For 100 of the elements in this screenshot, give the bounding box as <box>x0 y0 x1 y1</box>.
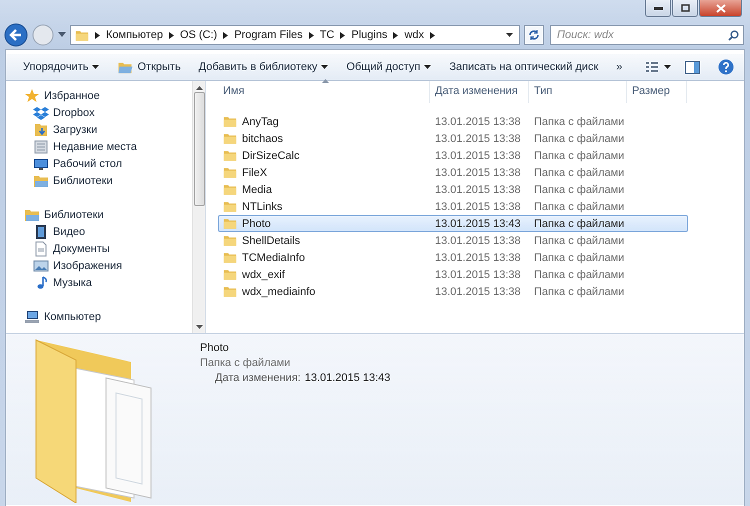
file-row[interactable]: Media 13.01.2015 13:38 Папка с файлами <box>218 181 688 198</box>
caret-icon <box>92 65 100 69</box>
file-row[interactable]: bitchaos 13.01.2015 13:38 Папка с файлами <box>218 130 688 147</box>
breadcrumb-segment[interactable]: OS (C:) <box>180 29 218 41</box>
sidebar-group[interactable]: Компьютер <box>44 310 101 322</box>
file-type: Папка с файлами <box>534 252 624 264</box>
file-row[interactable]: NTLinks 13.01.2015 13:38 Папка с файлами <box>218 198 688 215</box>
search-icon <box>728 30 739 40</box>
file-row[interactable]: wdx_exif 13.01.2015 13:38 Папка с файлами <box>218 266 688 283</box>
sidebar-item[interactable]: Библиотеки <box>53 174 113 186</box>
sidebar-item[interactable]: Музыка <box>53 276 92 288</box>
chevron-icon[interactable] <box>95 32 100 38</box>
file-row[interactable]: DirSizeCalc 13.01.2015 13:38 Папка с файлами <box>218 147 688 164</box>
sidebar-item[interactable]: Видео <box>53 226 86 238</box>
minimize-button[interactable] <box>645 0 671 17</box>
toolbar-button[interactable]: Добавить в библиотеку <box>190 56 338 78</box>
file-row[interactable]: Photo 13.01.2015 13:43 Папка с файлами <box>218 215 688 232</box>
file-date: 13.01.2015 13:38 <box>435 166 521 178</box>
chevron-icon[interactable] <box>168 32 174 38</box>
maximize-button[interactable] <box>672 0 698 17</box>
file-row[interactable]: wdx_mediainfo 13.01.2015 13:38 Папка с файлами <box>218 283 688 300</box>
sidebar-group[interactable]: Библиотеки <box>44 208 104 220</box>
breadcrumb-segment[interactable]: Plugins <box>351 29 388 41</box>
file-row[interactable]: TCMediaInfo 13.01.2015 13:38 Папка с файлами <box>218 249 688 266</box>
file-date: 13.01.2015 13:38 <box>435 286 521 298</box>
chevron-icon[interactable] <box>430 32 435 38</box>
file-name: DirSizeCalc <box>242 150 300 162</box>
caret-icon <box>321 65 328 69</box>
file-type: Папка с файлами <box>534 150 624 162</box>
toolbar-button[interactable]: Упорядочить <box>14 56 108 78</box>
scroll-down-icon[interactable] <box>196 325 202 329</box>
breadcrumb-segment[interactable]: Program Files <box>234 29 303 41</box>
sidebar-item[interactable]: Документы <box>53 242 110 254</box>
folder-icon <box>223 183 237 196</box>
chevron-icon[interactable] <box>223 32 228 38</box>
view-options-icon[interactable] <box>645 61 671 73</box>
file-date: 13.01.2015 13:38 <box>435 252 521 264</box>
column-header[interactable]: Дата изменения <box>430 81 529 103</box>
scroll-up-icon[interactable] <box>196 86 202 90</box>
file-name: AnyTag <box>242 116 279 128</box>
item-type: Папка с файлами <box>200 357 292 369</box>
close-button[interactable] <box>699 0 742 17</box>
minimize-icon <box>654 6 662 10</box>
folder-icon <box>223 285 237 298</box>
file-name: TCMediaInfo <box>242 252 305 264</box>
preview-pane-icon[interactable] <box>685 60 700 74</box>
chevron-icon[interactable] <box>308 32 314 38</box>
dropdown-icon[interactable] <box>506 33 513 37</box>
breadcrumb-segment[interactable]: wdx <box>404 29 424 41</box>
history-dropdown-icon[interactable] <box>58 32 66 38</box>
folder-icon <box>223 251 237 264</box>
refresh-button[interactable] <box>524 25 544 45</box>
sidebar-item[interactable]: Недавние места <box>53 140 137 152</box>
file-name: ShellDetails <box>242 234 300 246</box>
file-row[interactable]: FileX 13.01.2015 13:38 Папка с файлами <box>218 164 688 181</box>
item-name: Photo <box>200 342 230 354</box>
folder-icon <box>223 234 237 247</box>
sidebar-item[interactable]: Загрузки <box>53 124 98 136</box>
file-date: 13.01.2015 13:38 <box>435 116 521 128</box>
more-button[interactable]: » <box>607 56 632 78</box>
file-row[interactable]: AnyTag 13.01.2015 13:38 Папка с файлами <box>218 113 688 130</box>
back-button[interactable] <box>4 23 28 47</box>
toolbar-button[interactable]: Открыть <box>108 56 190 78</box>
file-type: Папка с файлами <box>534 268 624 280</box>
sidebar-item[interactable]: Рабочий стол <box>53 158 122 170</box>
breadcrumb-segment[interactable]: TC <box>320 29 334 41</box>
file-date: 13.01.2015 13:38 <box>435 234 521 246</box>
file-name: bitchaos <box>242 132 283 144</box>
folder-icon <box>223 217 237 230</box>
file-name: wdx_mediainfo <box>242 286 316 298</box>
document-icon <box>33 240 49 256</box>
sidebar-group[interactable]: Избранное <box>44 90 100 102</box>
breadcrumb-segment[interactable]: Компьютер <box>106 29 163 41</box>
file-date: 13.01.2015 13:43 <box>435 218 521 230</box>
file-name: FileX <box>242 166 268 178</box>
file-row[interactable]: ShellDetails 13.01.2015 13:38 Папка с файлами <box>218 232 688 249</box>
sidebar-item[interactable]: Dropbox <box>53 106 95 118</box>
computer-icon <box>24 308 40 324</box>
address-bar[interactable]: Компьютер OS (C:) Program Files TC Plugins wdx <box>70 25 520 45</box>
column-header[interactable]: Размер <box>627 81 687 103</box>
file-type: Папка с файлами <box>534 166 624 178</box>
sidebar-item[interactable]: Изображения <box>53 260 122 272</box>
file-date: 13.01.2015 13:38 <box>435 150 521 162</box>
file-name: wdx_exif <box>242 268 285 280</box>
column-header[interactable]: Тип <box>529 81 627 103</box>
search-box[interactable]: Поиск: wdx <box>550 25 744 45</box>
column-header[interactable]: Имя <box>218 81 430 103</box>
help-icon[interactable] <box>718 59 734 75</box>
file-type: Папка с файлами <box>534 132 624 144</box>
toolbar-button[interactable]: Общий доступ <box>337 56 440 78</box>
scrollbar[interactable] <box>192 81 205 333</box>
toolbar-button[interactable]: Записать на оптический диск <box>440 56 608 78</box>
chevron-icon[interactable] <box>340 32 346 38</box>
chevron-icon[interactable] <box>393 32 398 38</box>
folder-icon <box>223 132 237 145</box>
maximize-icon <box>680 4 690 12</box>
file-date: 13.01.2015 13:38 <box>435 132 521 144</box>
download-folder-icon <box>33 122 49 138</box>
folder-icon <box>223 200 237 213</box>
folder-icon <box>223 268 237 281</box>
